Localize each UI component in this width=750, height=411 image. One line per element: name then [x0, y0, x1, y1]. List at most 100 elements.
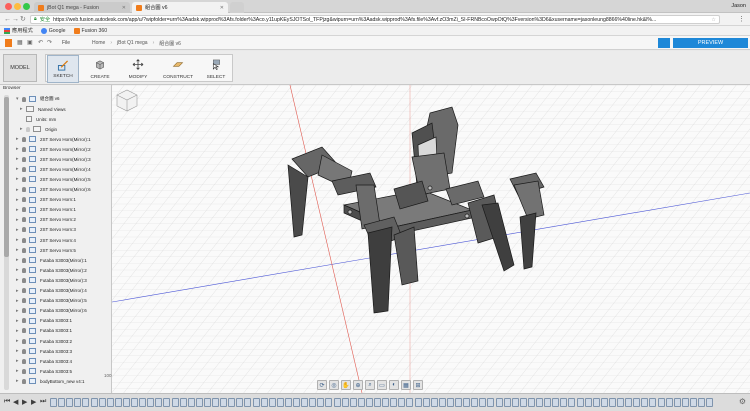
visibility-bulb-icon[interactable] — [22, 368, 26, 374]
timeline-feature[interactable] — [633, 398, 641, 407]
timeline-feature[interactable] — [487, 398, 495, 407]
extensions-icon[interactable] — [658, 38, 670, 48]
visibility-bulb-icon[interactable] — [22, 277, 26, 283]
timeline-feature[interactable] — [568, 398, 576, 407]
construct-tool[interactable]: CONSTRUCT — [158, 55, 198, 83]
timeline-feature[interactable] — [309, 398, 317, 407]
visibility-bulb-icon[interactable] — [22, 378, 26, 384]
tree-item-component[interactable]: ▸ Futaba S3003:4 — [16, 356, 72, 366]
browser-tab-jbot[interactable]: jBot Q1 mega - Fusion ✕ — [34, 2, 130, 13]
timeline-feature[interactable] — [657, 398, 665, 407]
timeline-feature[interactable] — [58, 398, 66, 407]
timeline-feature[interactable] — [325, 398, 333, 407]
first-icon[interactable]: ⏮ — [4, 398, 10, 406]
timeline-feature[interactable] — [74, 398, 82, 407]
timeline-feature[interactable] — [284, 398, 292, 407]
visibility-bulb-icon[interactable] — [22, 237, 26, 243]
display-mode-icon[interactable]: ▭ — [377, 380, 387, 390]
timeline-feature[interactable] — [681, 398, 689, 407]
timeline-feature[interactable] — [349, 398, 357, 407]
visibility-bulb-icon[interactable] — [22, 207, 26, 213]
timeline-feature[interactable] — [187, 398, 195, 407]
timeline-feature[interactable] — [414, 398, 422, 407]
select-tool[interactable]: SELECT — [200, 55, 232, 83]
timeline-feature[interactable] — [131, 398, 138, 407]
workspace-switcher[interactable]: MODEL — [3, 54, 37, 82]
zoom-icon[interactable]: ⊕ — [353, 380, 363, 390]
timeline-feature[interactable] — [706, 398, 714, 407]
model-canvas[interactable] — [112, 85, 750, 393]
timeline-feature[interactable] — [90, 398, 98, 407]
visibility-bulb-icon[interactable] — [22, 338, 26, 344]
timeline-feature[interactable] — [608, 398, 616, 407]
undo-icon[interactable]: ↶ — [38, 39, 43, 46]
file-menu[interactable]: File — [62, 40, 70, 46]
timeline-feature[interactable] — [236, 398, 244, 407]
timeline-feature[interactable] — [600, 398, 608, 407]
tree-item-component[interactable]: ▸ bodyBottom_new v4:1 — [16, 376, 85, 386]
visibility-bulb-icon[interactable] — [22, 176, 26, 182]
tree-root[interactable]: ▾ 組合圖 v6 — [16, 94, 60, 104]
timeline-feature[interactable] — [430, 398, 438, 407]
visibility-bulb-icon[interactable] — [22, 187, 26, 192]
tree-item-component[interactable]: ▸ Futaba S3003:2 — [16, 336, 72, 346]
timeline-feature[interactable] — [560, 398, 568, 407]
timeline-feature[interactable] — [398, 398, 406, 407]
next-icon[interactable]: ▶ — [31, 398, 36, 406]
timeline-feature[interactable] — [446, 398, 454, 407]
timeline-feature[interactable] — [203, 398, 211, 407]
timeline-feature[interactable] — [592, 398, 600, 407]
data-panel-icon[interactable]: ▦ — [17, 39, 23, 46]
timeline-feature[interactable] — [698, 398, 705, 407]
tab-close-icon[interactable]: ✕ — [220, 5, 224, 11]
create-tool[interactable]: CREATE — [82, 55, 118, 83]
visibility-bulb-icon[interactable] — [22, 348, 26, 354]
redo-icon[interactable]: ↷ — [47, 39, 52, 46]
forward-arrow-icon[interactable]: → — [12, 15, 19, 24]
timeline-feature[interactable] — [212, 398, 219, 407]
timeline-feature[interactable] — [673, 398, 681, 407]
viewports-icon[interactable]: ⊞ — [413, 380, 423, 390]
timeline-feature[interactable] — [317, 398, 325, 407]
visibility-bulb-icon[interactable] — [22, 227, 26, 233]
browser-scrollbar[interactable] — [4, 95, 9, 390]
tree-item-component[interactable]: ▸ 2ST Servo Horn(Mirror):1 — [16, 134, 91, 144]
tree-item-component[interactable]: ▸ Futaba S3003(Mirror):6 — [16, 306, 87, 316]
timeline-feature[interactable] — [260, 398, 268, 407]
look-at-icon[interactable]: ◎ — [329, 380, 339, 390]
timeline-feature[interactable] — [122, 398, 130, 407]
visibility-bulb-icon[interactable] — [22, 247, 26, 253]
timeline-feature[interactable] — [163, 398, 171, 407]
timeline-feature[interactable] — [463, 398, 471, 407]
tab-close-icon[interactable]: ✕ — [122, 5, 126, 11]
tree-item-component[interactable]: ▸ 2ST Servo Horn:4 — [16, 235, 76, 245]
tree-item-component[interactable]: ▸ 2ST Servo Horn(Mirror):4 — [16, 164, 91, 174]
timeline-feature[interactable] — [438, 398, 446, 407]
fusion-logo-icon[interactable] — [5, 39, 12, 47]
timeline-feature[interactable] — [301, 398, 309, 407]
sketch-tool[interactable]: SKETCH — [47, 55, 79, 83]
timeline-feature[interactable] — [50, 398, 57, 407]
timeline-feature[interactable] — [66, 398, 74, 407]
timeline-feature[interactable] — [689, 398, 697, 407]
tree-item-component[interactable]: ▸ Futaba S3003(Mirror):1 — [16, 255, 87, 265]
tree-item-component[interactable]: ▸ Futaba S3003:3 — [16, 346, 72, 356]
visual-style-icon[interactable]: ◐ — [389, 380, 399, 390]
timeline-feature[interactable] — [195, 398, 203, 407]
timeline-feature[interactable] — [511, 398, 519, 407]
tree-item-units[interactable]: Units: mm — [26, 114, 56, 124]
visibility-bulb-icon[interactable] — [22, 267, 26, 273]
timeline-feature[interactable] — [544, 398, 552, 407]
visibility-bulb-icon[interactable] — [22, 96, 26, 102]
timeline-feature[interactable] — [617, 398, 624, 407]
timeline-feature[interactable] — [98, 398, 106, 407]
tree-item-component[interactable]: ▸ Futaba S3003(Mirror):2 — [16, 265, 87, 275]
timeline-feature[interactable] — [382, 398, 390, 407]
timeline-feature[interactable] — [479, 398, 487, 407]
tree-item-named-views[interactable]: ▸ Named Views — [20, 104, 66, 114]
tree-item-component[interactable]: ▸ 2ST Servo Horn(Mirror):5 — [16, 174, 91, 184]
timeline-feature[interactable] — [552, 398, 560, 407]
tree-item-component[interactable]: ▸ Futaba S3003(Mirror):3 — [16, 275, 87, 285]
tree-item-component[interactable]: ▸ Futaba S3003(Mirror):5 — [16, 296, 87, 306]
visibility-bulb-icon[interactable] — [22, 257, 26, 263]
